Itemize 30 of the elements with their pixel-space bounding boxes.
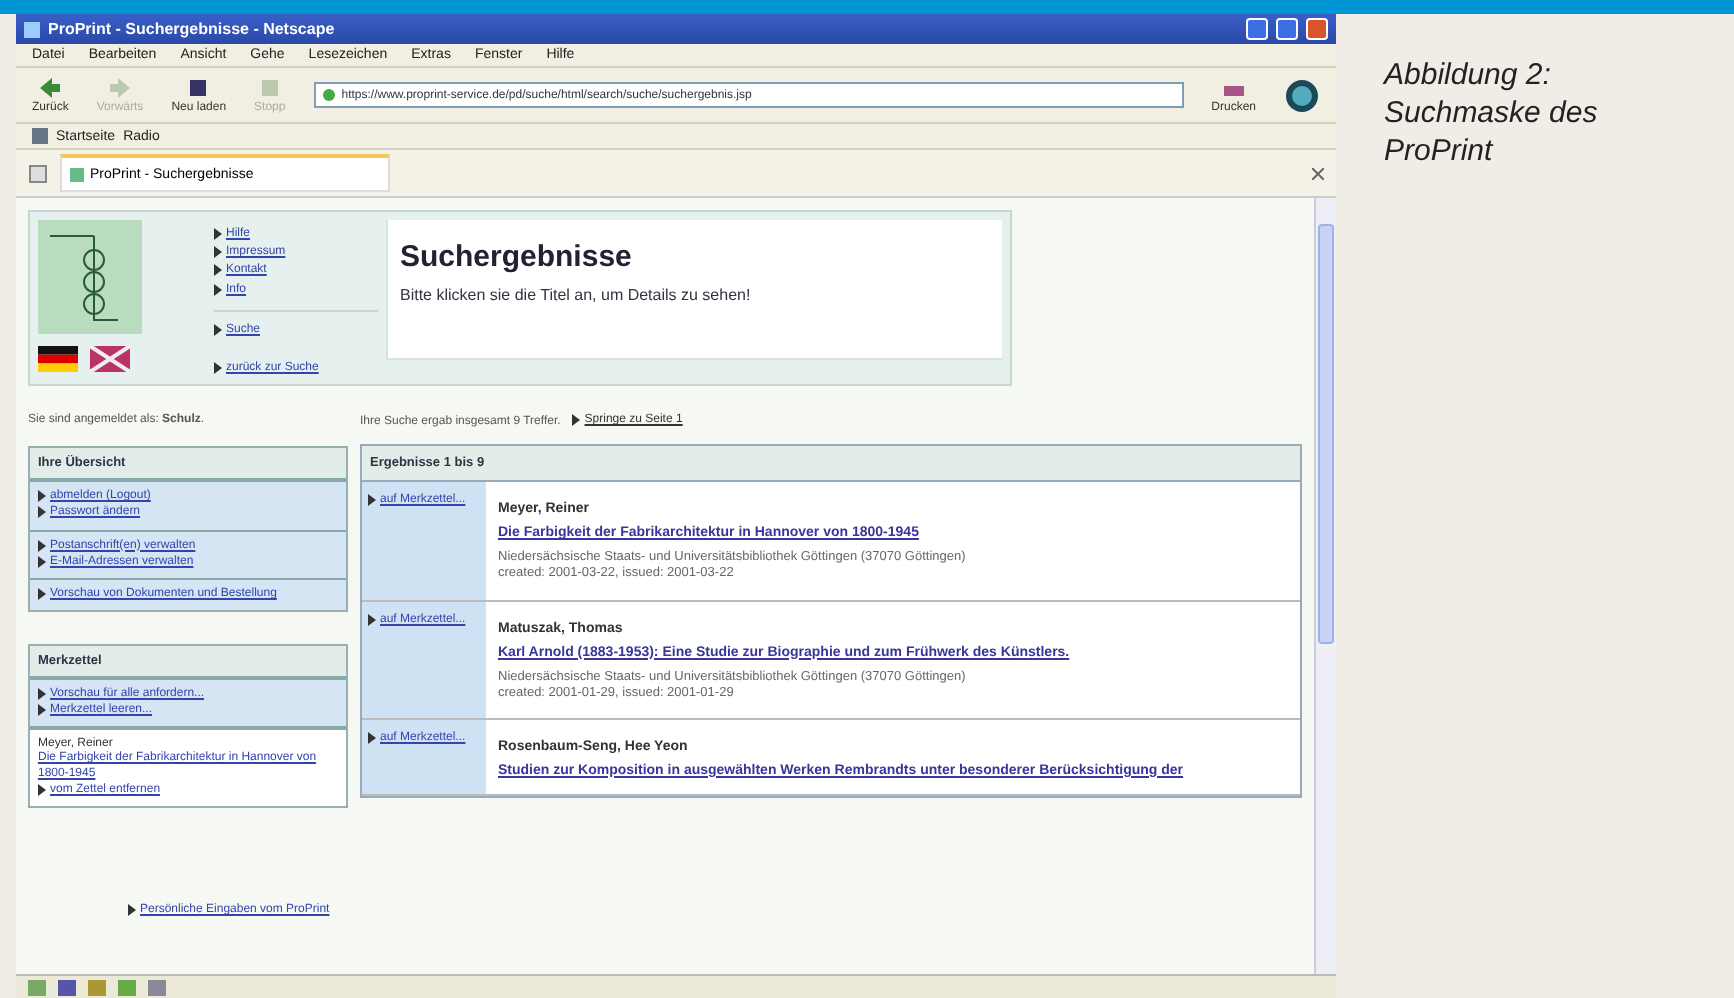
site-icon — [321, 88, 336, 102]
close-icon[interactable] — [1312, 167, 1324, 179]
square-icon — [257, 76, 282, 100]
logo-icon — [38, 220, 142, 334]
arrow-icon — [214, 361, 222, 374]
arrow-icon — [214, 323, 222, 336]
figure-caption: Abbildung 2: Suchmaske des ProPrint — [1380, 56, 1600, 171]
flag-icon[interactable] — [38, 346, 78, 372]
maximize-button[interactable] — [1276, 18, 1298, 40]
arrow-icon — [368, 613, 376, 626]
globe-icon[interactable] — [1284, 77, 1320, 113]
arrow-icon — [128, 904, 136, 916]
window-title: ProPrint - Suchergebnisse - Netscape — [48, 20, 337, 38]
arrow-icon — [38, 587, 46, 600]
arrow-icon — [368, 494, 376, 507]
page-subtitle: Bitte klicken sie die Titel an, um Details zu sehen! — [400, 286, 753, 304]
minimize-button[interactable] — [1246, 18, 1268, 40]
arrow-icon — [38, 76, 63, 100]
scrollbar[interactable] — [1314, 198, 1336, 974]
arrow-icon — [572, 414, 581, 427]
new-tab-icon[interactable] — [28, 163, 48, 183]
arrow-icon — [368, 731, 376, 744]
arrow-icon — [108, 76, 133, 100]
page-icon — [24, 21, 40, 37]
arrow-icon — [38, 783, 46, 796]
close-button[interactable] — [1306, 18, 1328, 40]
page-icon — [70, 167, 84, 181]
bookmarks-icon — [32, 128, 48, 144]
square-icon — [186, 76, 211, 100]
page-heading: Suchergebnisse — [400, 240, 634, 274]
